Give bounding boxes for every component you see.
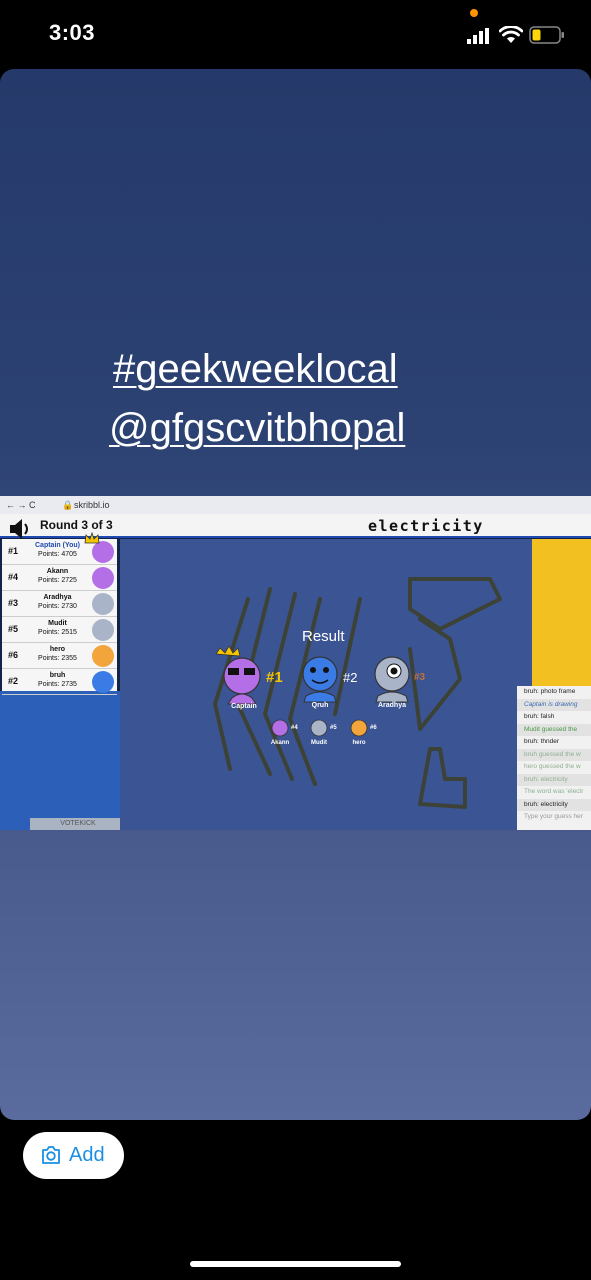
player-rank: #3 (8, 598, 19, 608)
doodle-background (0, 691, 130, 830)
winner-avatars (215, 646, 410, 705)
chat-guess-input[interactable]: Type your guess her (517, 811, 591, 824)
player-list: #1 Captain (You) Points: 4705 #4 Akann P… (2, 539, 117, 695)
crown-icon (84, 532, 100, 544)
player-rank: #4 (8, 572, 19, 582)
chat-message: bruh: photo frame (524, 688, 576, 695)
home-indicator[interactable] (190, 1261, 401, 1267)
current-word: electricity (368, 517, 484, 535)
round-label: Round 3 of 3 (40, 518, 113, 532)
player-points: Points: 2735 (38, 681, 77, 688)
story-card: #geekweeklocal @gfgscvitbhopal ← → C 🔒 s… (0, 69, 591, 1120)
other-rank: #5 (330, 725, 337, 731)
chat-panel: bruh: photo frame Captain is drawing bru… (517, 686, 591, 830)
winner-rank: #1 (266, 669, 283, 686)
battery-low-icon (529, 26, 564, 44)
player-points: Points: 2355 (38, 655, 77, 662)
chat-message: bruh: electricity (517, 798, 591, 811)
other-name: Akann (270, 740, 290, 746)
game-screenshot-photo: ← → C 🔒 skribbl.io Round 3 of 3 electric… (0, 496, 591, 830)
other-name: hero (352, 740, 366, 746)
winner-rank: #2 (343, 670, 358, 685)
recording-indicator-dot (470, 9, 478, 17)
player-rank: #1 (8, 546, 19, 556)
status-bar: 3:03 (0, 0, 591, 68)
player-name: Captain (You) (35, 542, 80, 549)
player-avatar (92, 593, 114, 615)
chat-message: The word was 'electr (524, 788, 584, 795)
chat-message: hero guessed the w (524, 763, 581, 770)
player-row: #4 Akann Points: 2725 (2, 565, 117, 591)
player-rank: #5 (8, 624, 19, 634)
chat-message: bruh: thnder (524, 738, 560, 745)
player-name: hero (49, 646, 66, 653)
browser-url: skribbl.io (74, 500, 110, 510)
player-points: Points: 2725 (38, 577, 77, 584)
player-points: Points: 4705 (38, 551, 77, 558)
player-rank: #2 (8, 676, 19, 686)
add-button-label: Add (69, 1144, 105, 1166)
lock-icon: 🔒 (62, 500, 74, 510)
other-rank: #4 (291, 725, 298, 731)
player-avatar (92, 671, 114, 693)
votekick-button[interactable]: VOTEKICK (30, 818, 126, 830)
chat-message: bruh guessed the w (517, 748, 591, 761)
cellular-signal-icon (467, 28, 489, 44)
winner-name: Qruh (311, 702, 329, 709)
player-name: Akann (46, 568, 69, 575)
player-rank: #6 (8, 650, 19, 660)
wifi-icon (499, 26, 523, 43)
camera-plus-icon (42, 1146, 60, 1164)
other-name: Mudit (311, 740, 327, 746)
player-name: bruh (49, 672, 66, 679)
player-avatar (92, 567, 114, 589)
word-hint-panel (532, 539, 591, 688)
player-row: #5 Mudit Points: 2515 (2, 617, 117, 643)
player-avatar (92, 541, 114, 563)
player-points: Points: 2730 (38, 603, 77, 610)
player-name: Mudit (48, 620, 67, 627)
player-row: #2 bruh Points: 2735 (2, 669, 117, 695)
browser-bar: ← → C 🔒 skribbl.io (0, 496, 591, 514)
mention-sticker[interactable]: @gfgscvitbhopal (109, 406, 591, 451)
player-avatar (92, 619, 114, 641)
player-points: Points: 2515 (38, 629, 77, 636)
result-title: Result (302, 628, 345, 645)
player-name: Aradhya (43, 594, 72, 601)
chat-message: Captain is drawing (517, 698, 591, 711)
player-row: #6 hero Points: 2355 (2, 643, 117, 669)
status-time: 3:03 (49, 20, 96, 45)
chat-message: Mudit guessed the (517, 723, 591, 736)
add-button[interactable]: Add (23, 1132, 124, 1179)
chat-message: bruh: electricity (517, 773, 591, 786)
winner-rank: #3 (414, 672, 426, 683)
other-player-avatars (271, 719, 368, 737)
player-row: #3 Aradhya Points: 2730 (2, 591, 117, 617)
winner-name: Captain (231, 703, 257, 710)
hashtag-sticker[interactable]: #geekweeklocal (113, 347, 591, 392)
chat-message: bruh: falsh (524, 713, 555, 720)
other-rank: #6 (370, 725, 377, 731)
winner-name: Aradhya (377, 702, 406, 709)
browser-nav-icons: ← → C (6, 500, 36, 510)
player-avatar (92, 645, 114, 667)
